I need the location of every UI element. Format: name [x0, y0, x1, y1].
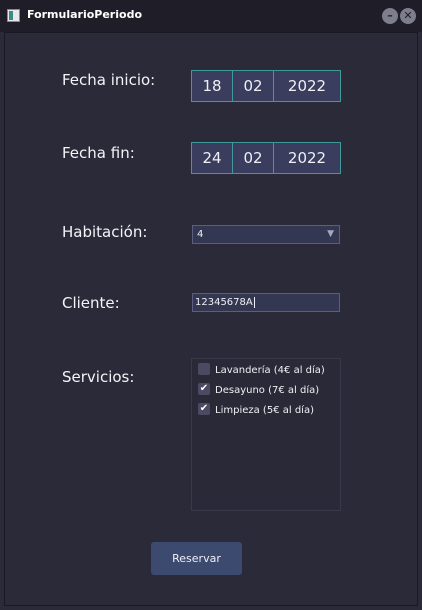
window-title: FormularioPeriodo [27, 8, 142, 21]
end-year-field[interactable]: 2022 [273, 142, 341, 174]
room-label: Habitación: [62, 223, 148, 241]
start-month-field[interactable]: 02 [232, 70, 274, 102]
text-caret [253, 296, 255, 308]
start-year-field[interactable]: 2022 [273, 70, 341, 102]
end-date-label: Fecha fin: [62, 144, 135, 162]
start-date-label: Fecha inicio: [62, 71, 156, 89]
checkbox-unchecked-icon[interactable] [198, 363, 210, 375]
services-label: Servicios: [62, 368, 135, 386]
end-month-field[interactable]: 02 [232, 142, 274, 174]
service-cleaning-label: Limpieza (5€ al día) [215, 405, 314, 416]
service-laundry-label: Lavandería (4€ al día) [215, 365, 325, 376]
room-select-value: 4 [197, 229, 204, 240]
service-item-breakfast[interactable]: ✔ Desayuno (7€ al día) [198, 383, 320, 398]
service-item-laundry[interactable]: Lavandería (4€ al día) [198, 363, 325, 378]
title-bar: FormularioPeriodo – ✕ [0, 0, 422, 32]
close-button[interactable]: ✕ [400, 8, 416, 24]
reserve-button[interactable]: Reservar [151, 542, 242, 575]
checkbox-checked-icon[interactable]: ✔ [198, 403, 210, 415]
client-label: Cliente: [62, 294, 120, 312]
start-day-field[interactable]: 18 [191, 70, 233, 102]
service-breakfast-label: Desayuno (7€ al día) [215, 385, 320, 396]
client-input[interactable]: 12345678A [192, 293, 340, 312]
room-select[interactable]: 4 ▼ [192, 225, 340, 244]
form-panel [4, 32, 418, 606]
app-icon [7, 9, 20, 22]
minimize-button[interactable]: – [382, 8, 398, 24]
client-input-value: 12345678A [195, 297, 253, 308]
services-list: Lavandería (4€ al día) ✔ Desayuno (7€ al … [191, 358, 341, 511]
service-item-cleaning[interactable]: ✔ Limpieza (5€ al día) [198, 403, 314, 418]
chevron-down-icon: ▼ [327, 229, 334, 239]
end-day-field[interactable]: 24 [191, 142, 233, 174]
checkbox-checked-icon[interactable]: ✔ [198, 383, 210, 395]
